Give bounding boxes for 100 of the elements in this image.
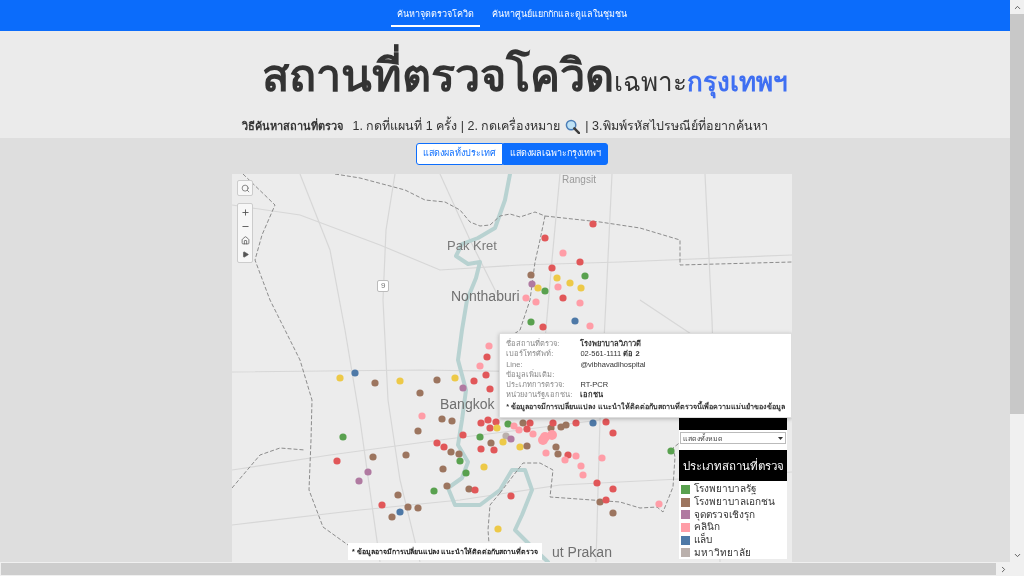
map-marker[interactable]: [339, 433, 347, 441]
map-marker[interactable]: [559, 249, 567, 257]
map-marker[interactable]: [609, 429, 617, 437]
map-marker[interactable]: [483, 353, 491, 361]
map-marker[interactable]: [364, 468, 372, 476]
map-marker[interactable]: [532, 298, 540, 306]
map-marker[interactable]: [602, 418, 610, 426]
map-marker[interactable]: [448, 417, 456, 425]
map-marker[interactable]: [486, 424, 494, 432]
map-marker[interactable]: [529, 430, 537, 438]
map-marker[interactable]: [459, 431, 467, 439]
map-marker[interactable]: [418, 412, 426, 420]
map-marker[interactable]: [528, 280, 536, 288]
map-marker[interactable]: [564, 451, 572, 459]
map-marker[interactable]: [598, 454, 606, 462]
legend-item[interactable]: โรงพยาบาลเอกชน: [681, 495, 787, 509]
map-search-button[interactable]: [237, 180, 253, 196]
map-marker[interactable]: [476, 433, 484, 441]
map-marker[interactable]: [414, 504, 422, 512]
map-marker[interactable]: [589, 419, 597, 427]
map-marker[interactable]: [414, 427, 422, 435]
map-marker[interactable]: [462, 469, 470, 477]
map-marker[interactable]: [369, 453, 377, 461]
map-marker[interactable]: [484, 416, 492, 424]
map-marker[interactable]: [494, 525, 502, 533]
map-marker[interactable]: [577, 462, 585, 470]
map-marker[interactable]: [516, 443, 524, 451]
map-marker[interactable]: [515, 426, 523, 434]
map-marker[interactable]: [486, 385, 494, 393]
map-marker[interactable]: [507, 492, 515, 500]
map-marker[interactable]: [470, 377, 478, 385]
nav-link[interactable]: ค้นหาศูนย์แยกกักและดูแลในชุมชน: [486, 6, 633, 27]
map-marker[interactable]: [447, 448, 455, 456]
map-marker[interactable]: [471, 486, 479, 494]
legend-item[interactable]: จุดตรวจเชิงรุก: [681, 508, 787, 522]
map-marker[interactable]: [440, 443, 448, 451]
map-marker[interactable]: [541, 234, 549, 242]
map-marker[interactable]: [456, 457, 464, 465]
map-marker[interactable]: [499, 438, 507, 446]
map-marker[interactable]: [553, 274, 561, 282]
map-marker[interactable]: [465, 485, 473, 493]
map-marker[interactable]: [371, 379, 379, 387]
map-marker[interactable]: [443, 482, 451, 490]
map-marker[interactable]: [559, 294, 567, 302]
map-marker[interactable]: [430, 487, 438, 495]
map-marker[interactable]: [493, 424, 501, 432]
map-marker[interactable]: [480, 463, 488, 471]
scrollbar-thumb[interactable]: [1010, 14, 1024, 414]
map-marker[interactable]: [593, 479, 601, 487]
map-marker[interactable]: [455, 450, 463, 458]
scope-toggle-button[interactable]: แสดงผลเฉพาะกรุงเทพฯ: [503, 143, 608, 165]
map-marker[interactable]: [552, 443, 560, 451]
map-marker[interactable]: [451, 374, 459, 382]
map-marker[interactable]: [482, 371, 490, 379]
map-marker[interactable]: [439, 465, 447, 473]
map-marker[interactable]: [396, 377, 404, 385]
legend-item[interactable]: คลินิก: [681, 521, 787, 534]
map-marker[interactable]: [523, 442, 531, 450]
map-marker[interactable]: [571, 317, 579, 325]
map-marker[interactable]: [477, 445, 485, 453]
map-marker[interactable]: [562, 421, 570, 429]
map-marker[interactable]: [519, 419, 527, 427]
map-marker[interactable]: [581, 272, 589, 280]
map-marker[interactable]: [355, 477, 363, 485]
map-marker[interactable]: [510, 422, 518, 430]
map-marker[interactable]: [492, 418, 500, 426]
map-marker[interactable]: [540, 432, 550, 442]
map-marker[interactable]: [667, 447, 675, 455]
map-marker[interactable]: [433, 439, 441, 447]
map-marker[interactable]: [548, 264, 556, 272]
map-marker[interactable]: [602, 496, 610, 504]
map-marker[interactable]: [394, 491, 402, 499]
vertical-scrollbar[interactable]: [1010, 0, 1024, 562]
map-marker[interactable]: [572, 419, 580, 427]
map-marker[interactable]: [655, 500, 663, 508]
map-marker[interactable]: [404, 503, 412, 511]
scrollbar-thumb[interactable]: [1, 563, 996, 575]
map-marker[interactable]: [586, 322, 594, 330]
map-marker[interactable]: [566, 279, 574, 287]
legend-item[interactable]: โรงพยาบาลรัฐ: [681, 483, 787, 496]
map-marker[interactable]: [504, 420, 512, 428]
map-marker[interactable]: [378, 501, 386, 509]
map-marker[interactable]: [554, 450, 562, 458]
map-marker[interactable]: [351, 369, 359, 377]
map-marker[interactable]: [523, 425, 531, 433]
map-marker[interactable]: [487, 439, 495, 447]
map-marker[interactable]: [459, 384, 467, 392]
map-marker[interactable]: [333, 457, 341, 465]
map-marker[interactable]: [485, 342, 493, 350]
map-marker[interactable]: [476, 362, 484, 370]
map-marker[interactable]: [596, 498, 604, 506]
map-marker[interactable]: [576, 258, 584, 266]
legend-item[interactable]: แล็บ: [681, 533, 787, 547]
map-marker[interactable]: [527, 318, 535, 326]
map-marker[interactable]: [438, 415, 446, 423]
map-marker[interactable]: [541, 287, 549, 295]
map-marker[interactable]: [609, 485, 617, 493]
nav-link[interactable]: ค้นหาจุดตรวจโควิด: [391, 6, 480, 27]
map-marker[interactable]: [549, 419, 557, 427]
map-marker[interactable]: [402, 451, 410, 459]
